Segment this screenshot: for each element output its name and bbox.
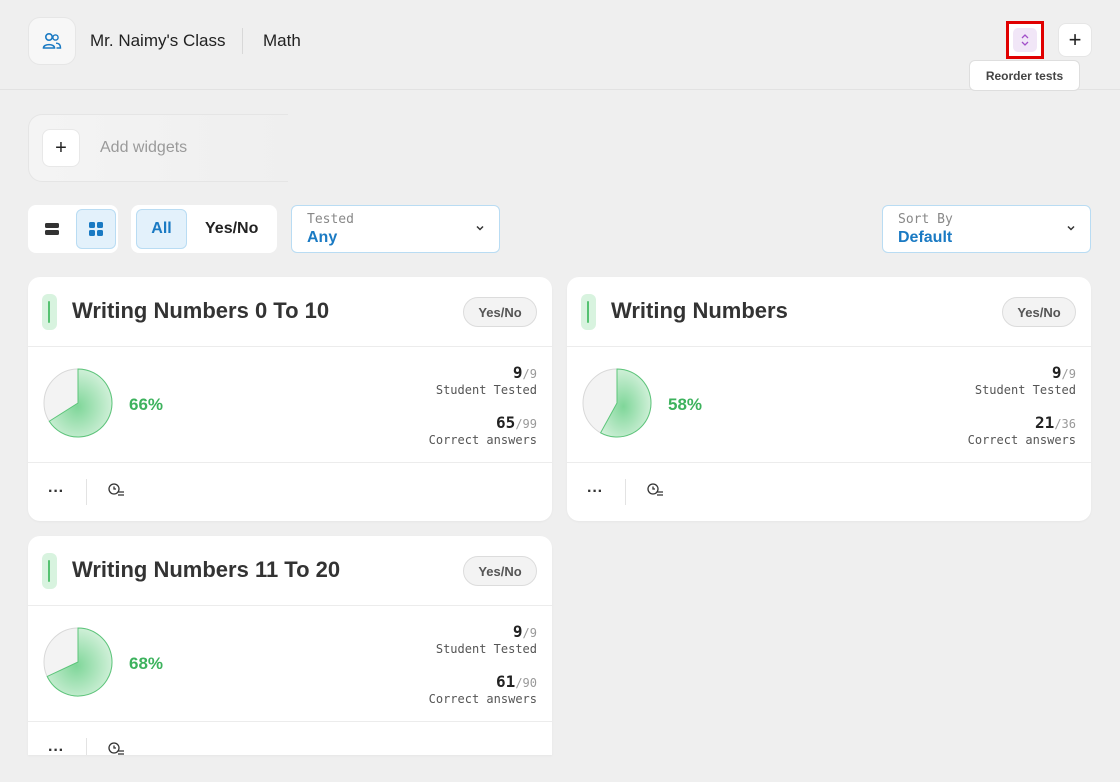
test-title[interactable]: Writing Numbers 11 To 20: [72, 557, 340, 583]
test-card[interactable]: Writing Numbers 0 To 10 Yes/No 66% 9/9 S…: [28, 277, 552, 521]
score-percent: 58%: [668, 395, 703, 414]
students-tested-label: Student Tested: [435, 642, 537, 656]
more-options-button[interactable]: ···: [587, 483, 607, 500]
correct-answers-label: Correct answers: [428, 433, 537, 447]
list-view-button[interactable]: [32, 209, 72, 249]
status-marker: [42, 294, 57, 330]
score-pie-chart: [582, 368, 652, 438]
sort-value: Default: [898, 229, 953, 246]
grid-view-button[interactable]: [76, 209, 116, 249]
chevron-down-icon: [1067, 225, 1075, 231]
filter-yes-no-button[interactable]: Yes/No: [205, 220, 258, 238]
header-divider: [242, 28, 243, 54]
type-filter: All Yes/No: [131, 205, 277, 253]
score-percent: 66%: [129, 395, 164, 414]
status-marker: [42, 553, 57, 589]
students-tested-label: Student Tested: [974, 383, 1076, 397]
add-widgets-label[interactable]: Add widgets: [100, 139, 187, 157]
students-tested-count: 9/9: [1051, 363, 1076, 382]
sort-dropdown[interactable]: Sort By Default: [882, 205, 1091, 253]
correct-answers-count: 61/90: [496, 672, 537, 691]
status-marker: [581, 294, 596, 330]
correct-answers-count: 21/36: [1035, 413, 1076, 432]
class-name: Mr. Naimy's Class: [90, 31, 226, 50]
footer-divider: [625, 479, 626, 505]
test-title[interactable]: Writing Numbers: [611, 298, 788, 324]
tested-label: Tested: [307, 212, 354, 227]
score-percent: 68%: [129, 654, 164, 673]
test-type-badge: Yes/No: [463, 297, 537, 327]
more-options-button[interactable]: ···: [48, 483, 68, 500]
footer-divider: [86, 738, 87, 755]
list-view-icon: [45, 223, 59, 235]
test-card[interactable]: Writing Numbers Yes/No 58% 9/9 Student T…: [567, 277, 1091, 521]
add-widgets-button[interactable]: +: [42, 129, 80, 167]
students-tested-count: 9/9: [512, 622, 537, 641]
sort-label: Sort By: [898, 212, 953, 227]
test-type-badge: Yes/No: [463, 556, 537, 586]
students-tested-count: 9/9: [512, 363, 537, 382]
test-type-badge: Yes/No: [1002, 297, 1076, 327]
reorder-tooltip: Reorder tests: [969, 60, 1080, 91]
chevron-down-icon: [476, 225, 484, 231]
filter-all-button[interactable]: All: [136, 209, 187, 249]
test-title[interactable]: Writing Numbers 0 To 10: [72, 298, 329, 324]
history-icon[interactable]: [108, 482, 126, 498]
more-options-button[interactable]: ···: [48, 742, 68, 755]
history-icon[interactable]: [108, 741, 126, 755]
page-header: Mr. Naimy's Class Math + Reorder tests: [0, 0, 1120, 91]
class-avatar[interactable]: [28, 17, 76, 65]
test-card[interactable]: Writing Numbers 11 To 20 Yes/No 68% 9/9 …: [28, 536, 552, 755]
grid-view-icon: [89, 222, 103, 236]
students-tested-label: Student Tested: [435, 383, 537, 397]
score-pie-chart: [43, 627, 113, 697]
score-pie-chart: [43, 368, 113, 438]
sort-vertical-icon: [1021, 34, 1029, 46]
tested-dropdown[interactable]: Tested Any: [291, 205, 500, 253]
subject-name: Math: [263, 31, 301, 50]
tested-value: Any: [307, 229, 338, 246]
add-test-button[interactable]: +: [1058, 23, 1092, 57]
view-mode-toggle: [28, 205, 118, 253]
correct-answers-label: Correct answers: [428, 692, 537, 706]
users-icon: [42, 32, 62, 49]
reorder-tests-button[interactable]: [1006, 21, 1044, 59]
correct-answers-count: 65/99: [496, 413, 537, 432]
history-icon[interactable]: [647, 482, 665, 498]
correct-answers-label: Correct answers: [967, 433, 1076, 447]
plus-icon: +: [55, 136, 67, 159]
plus-icon: +: [1068, 27, 1082, 52]
footer-divider: [86, 479, 87, 505]
